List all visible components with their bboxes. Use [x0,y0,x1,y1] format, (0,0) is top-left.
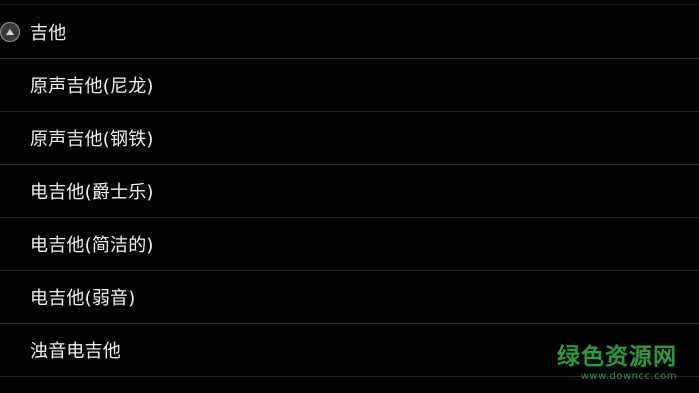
list-item-acoustic-steel[interactable]: 原声吉他(钢铁) [0,112,699,165]
collapse-arrow-up-icon[interactable] [0,21,20,42]
group-title: 吉他 [30,22,67,44]
list-item-label: 原声吉他(尼龙) [30,76,154,97]
list-item-acoustic-nylon[interactable]: 原声吉他(尼龙) [0,59,699,112]
group-header-guitar[interactable]: 吉他 [0,5,699,59]
instrument-list-screen: 吉他 原声吉他(尼龙) 原声吉他(钢铁) 电吉他(爵士乐) 电吉他(简洁的) 电… [0,0,699,393]
watermark-title: 绿色资源网 [557,344,677,370]
list-item-label: 原声吉他(钢铁) [30,129,154,150]
list-item-label: 电吉他(弱音) [30,288,136,309]
instrument-list: 吉他 原声吉他(尼龙) 原声吉他(钢铁) 电吉他(爵士乐) 电吉他(简洁的) 电… [0,5,699,377]
watermark-url: www.downcc.com [580,371,677,382]
list-item-label: 浊音电吉他 [30,341,121,362]
list-item-electric-muted[interactable]: 电吉他(弱音) [0,271,699,324]
site-watermark: 绿色资源网 www.downcc.com [557,344,677,383]
list-item-label: 电吉他(简洁的) [30,235,154,256]
list-item-electric-jazz[interactable]: 电吉他(爵士乐) [0,165,699,218]
list-item-label: 电吉他(爵士乐) [30,182,154,203]
list-item-electric-clean[interactable]: 电吉他(简洁的) [0,218,699,271]
